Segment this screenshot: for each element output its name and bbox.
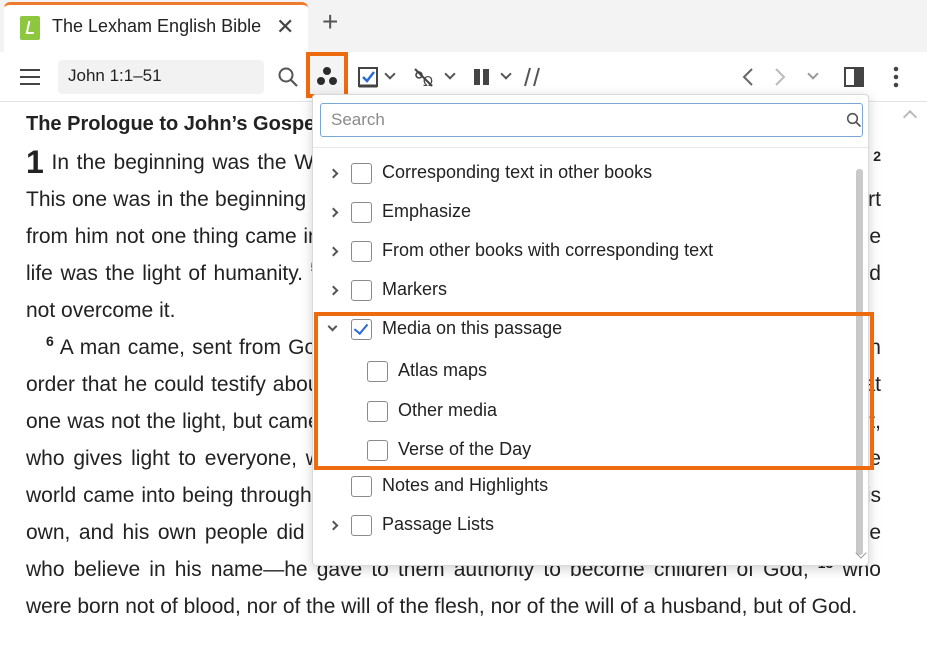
visual-filters-button[interactable] xyxy=(306,52,348,98)
checklist-icon[interactable] xyxy=(357,66,379,88)
checkbox-checked[interactable] xyxy=(351,319,372,340)
interlinear-icon[interactable]: Ω xyxy=(412,66,438,88)
filter-item-label: Markers xyxy=(382,279,448,299)
checkbox[interactable] xyxy=(351,241,372,262)
filter-item-label: Emphasize xyxy=(382,201,472,221)
chevron-right-icon[interactable] xyxy=(328,520,339,531)
tab-close-icon[interactable]: ✕ xyxy=(276,14,294,40)
panel-menu-icon[interactable] xyxy=(20,69,40,85)
more-options-icon[interactable] xyxy=(887,66,905,88)
chevron-right-icon[interactable] xyxy=(328,246,339,257)
history-chevron-down-icon[interactable] xyxy=(807,68,819,80)
sync-icon[interactable] xyxy=(523,66,543,88)
chevron-right-icon[interactable] xyxy=(328,207,339,218)
filter-item-markers[interactable]: Markers xyxy=(313,271,853,310)
chevron-right-icon[interactable] xyxy=(328,285,339,296)
filter-item-from-other-books[interactable]: From other books with corresponding text xyxy=(313,232,853,271)
reference-box[interactable]: John 1:1–51 xyxy=(58,60,264,94)
checkbox[interactable] xyxy=(367,401,388,422)
forward-icon[interactable] xyxy=(772,66,788,88)
filter-item-label: Passage Lists xyxy=(382,514,495,534)
dropdown-search-input[interactable] xyxy=(321,104,831,136)
filter-item-label: Corresponding text in other books xyxy=(382,162,653,182)
checkbox[interactable] xyxy=(351,515,372,536)
filter-item-emphasize[interactable]: Emphasize xyxy=(313,193,853,232)
dropdown-search-box[interactable] xyxy=(320,103,863,137)
logos-logo-icon xyxy=(20,16,40,40)
visual-filters-dropdown: Corresponding text in other books Emphas… xyxy=(312,94,869,566)
checkbox[interactable] xyxy=(367,440,388,461)
chevron-right-icon[interactable] xyxy=(328,168,339,179)
filter-item-atlas-maps[interactable]: Atlas maps xyxy=(313,352,853,391)
parallel-columns-icon[interactable] xyxy=(472,66,492,88)
filter-item-media-on-this-passage[interactable]: Media on this passage xyxy=(313,310,853,349)
filter-item-label: Verse of the Day xyxy=(398,439,532,459)
filter-item-label: Media on this passage xyxy=(382,318,563,338)
checkbox[interactable] xyxy=(351,202,372,223)
filter-item-label: From other books with corresponding text xyxy=(382,240,714,260)
filter-item-label: Atlas maps xyxy=(398,360,488,380)
dropdown-scrollbar[interactable] xyxy=(856,169,863,555)
scroll-up-icon[interactable] xyxy=(902,109,918,125)
chevron-down-icon[interactable] xyxy=(327,321,338,332)
chevron-down-icon[interactable] xyxy=(444,68,456,80)
filter-item-corresponding-text[interactable]: Corresponding text in other books xyxy=(313,154,853,193)
checkbox[interactable] xyxy=(351,280,372,301)
tab-title: The Lexham English Bible xyxy=(52,16,262,36)
chevron-down-icon[interactable] xyxy=(500,68,512,80)
filter-item-label: Other media xyxy=(398,400,498,420)
filter-item-notes-and-highlights[interactable]: Notes and Highlights xyxy=(313,467,853,506)
tab-lexham-english-bible[interactable]: The Lexham English Bible ✕ xyxy=(4,2,308,52)
verse-number: 6 xyxy=(46,333,54,349)
checkbox[interactable] xyxy=(351,476,372,497)
filter-item-other-media[interactable]: Other media xyxy=(313,392,853,431)
chevron-down-icon[interactable] xyxy=(384,68,396,80)
checkbox[interactable] xyxy=(351,163,372,184)
search-icon[interactable] xyxy=(277,66,299,88)
panel-layout-icon[interactable] xyxy=(843,66,865,88)
chapter-number[interactable]: 1 xyxy=(26,144,44,180)
new-tab-icon[interactable]: + xyxy=(322,8,338,36)
verse-number: 2 xyxy=(873,148,881,164)
divider xyxy=(313,147,868,148)
filter-item-passage-lists[interactable]: Passage Lists xyxy=(313,506,853,545)
filter-item-label: Notes and Highlights xyxy=(382,475,549,495)
tab-strip: The Lexham English Bible ✕ + xyxy=(0,0,927,52)
back-icon[interactable] xyxy=(740,66,756,88)
checkbox[interactable] xyxy=(367,361,388,382)
svg-text:Ω: Ω xyxy=(423,75,433,88)
search-icon[interactable] xyxy=(846,112,862,128)
filter-item-verse-of-the-day[interactable]: Verse of the Day xyxy=(313,431,853,470)
